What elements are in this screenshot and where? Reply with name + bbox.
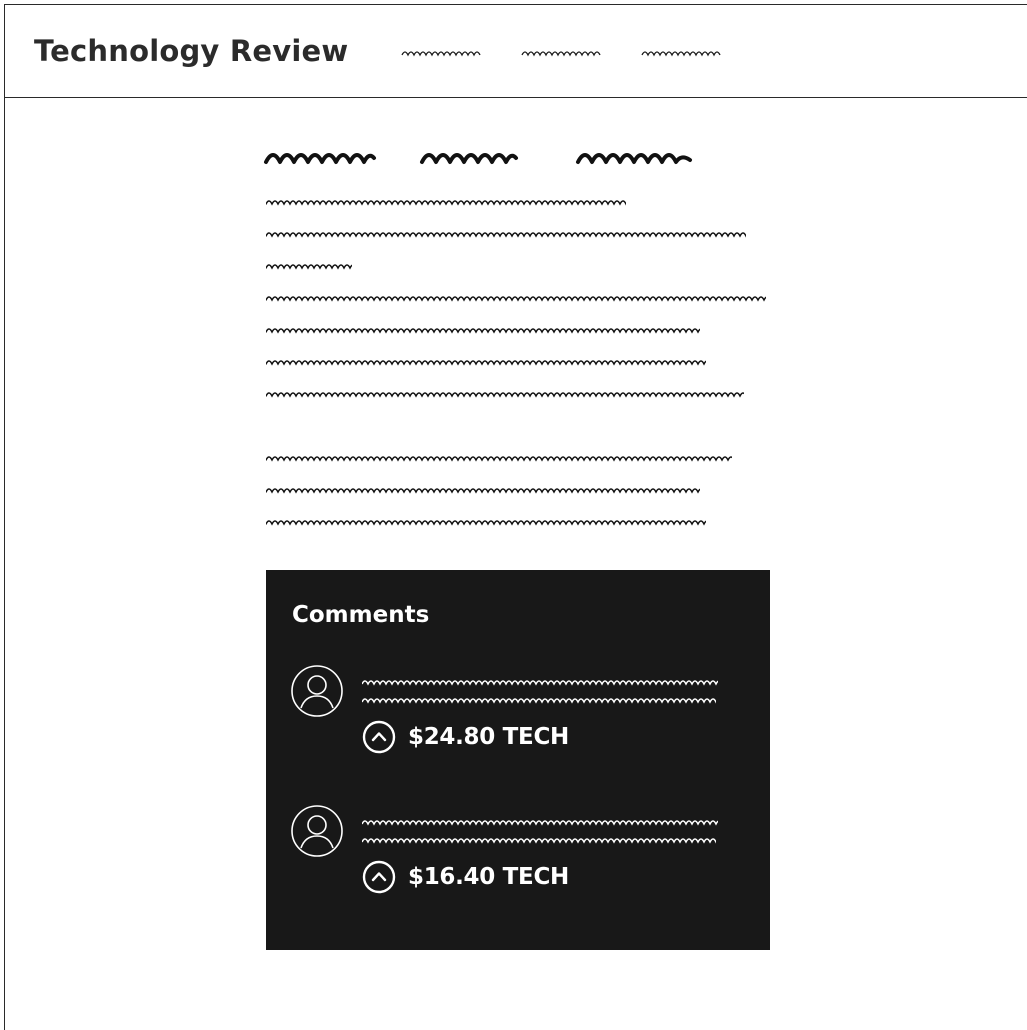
tip-row: $16.40 TECH <box>362 860 569 894</box>
scribble-placeholder-icon <box>641 51 721 57</box>
scribble-placeholder-icon <box>521 51 601 57</box>
comment-item: $16.40 TECH <box>290 804 750 904</box>
article-body-scribble-icon <box>266 200 766 525</box>
nav-link-2[interactable] <box>520 42 602 60</box>
tip-amount: $16.40 TECH <box>408 864 569 890</box>
site-header: Technology Review <box>4 4 1027 98</box>
comments-panel: Comments $24.80 TECH $16.40 TECH <box>266 570 770 950</box>
chevron-up-circle-icon[interactable] <box>362 720 396 754</box>
nav-link-1[interactable] <box>400 42 482 60</box>
scribble-placeholder-icon <box>401 51 481 57</box>
comments-heading: Comments <box>292 602 430 628</box>
user-avatar-icon[interactable] <box>290 664 344 718</box>
tip-row: $24.80 TECH <box>362 720 569 754</box>
nav-link-3[interactable] <box>640 42 722 60</box>
comment-text-scribble-icon <box>362 680 718 704</box>
article-title-scribble-icon <box>264 153 692 164</box>
site-title: Technology Review <box>34 34 349 68</box>
main-nav <box>400 42 760 60</box>
comment-item: $24.80 TECH <box>290 664 750 764</box>
user-avatar-icon[interactable] <box>290 804 344 858</box>
comment-text-scribble-icon <box>362 820 718 844</box>
chevron-up-circle-icon[interactable] <box>362 860 396 894</box>
tip-amount: $24.80 TECH <box>408 724 569 750</box>
